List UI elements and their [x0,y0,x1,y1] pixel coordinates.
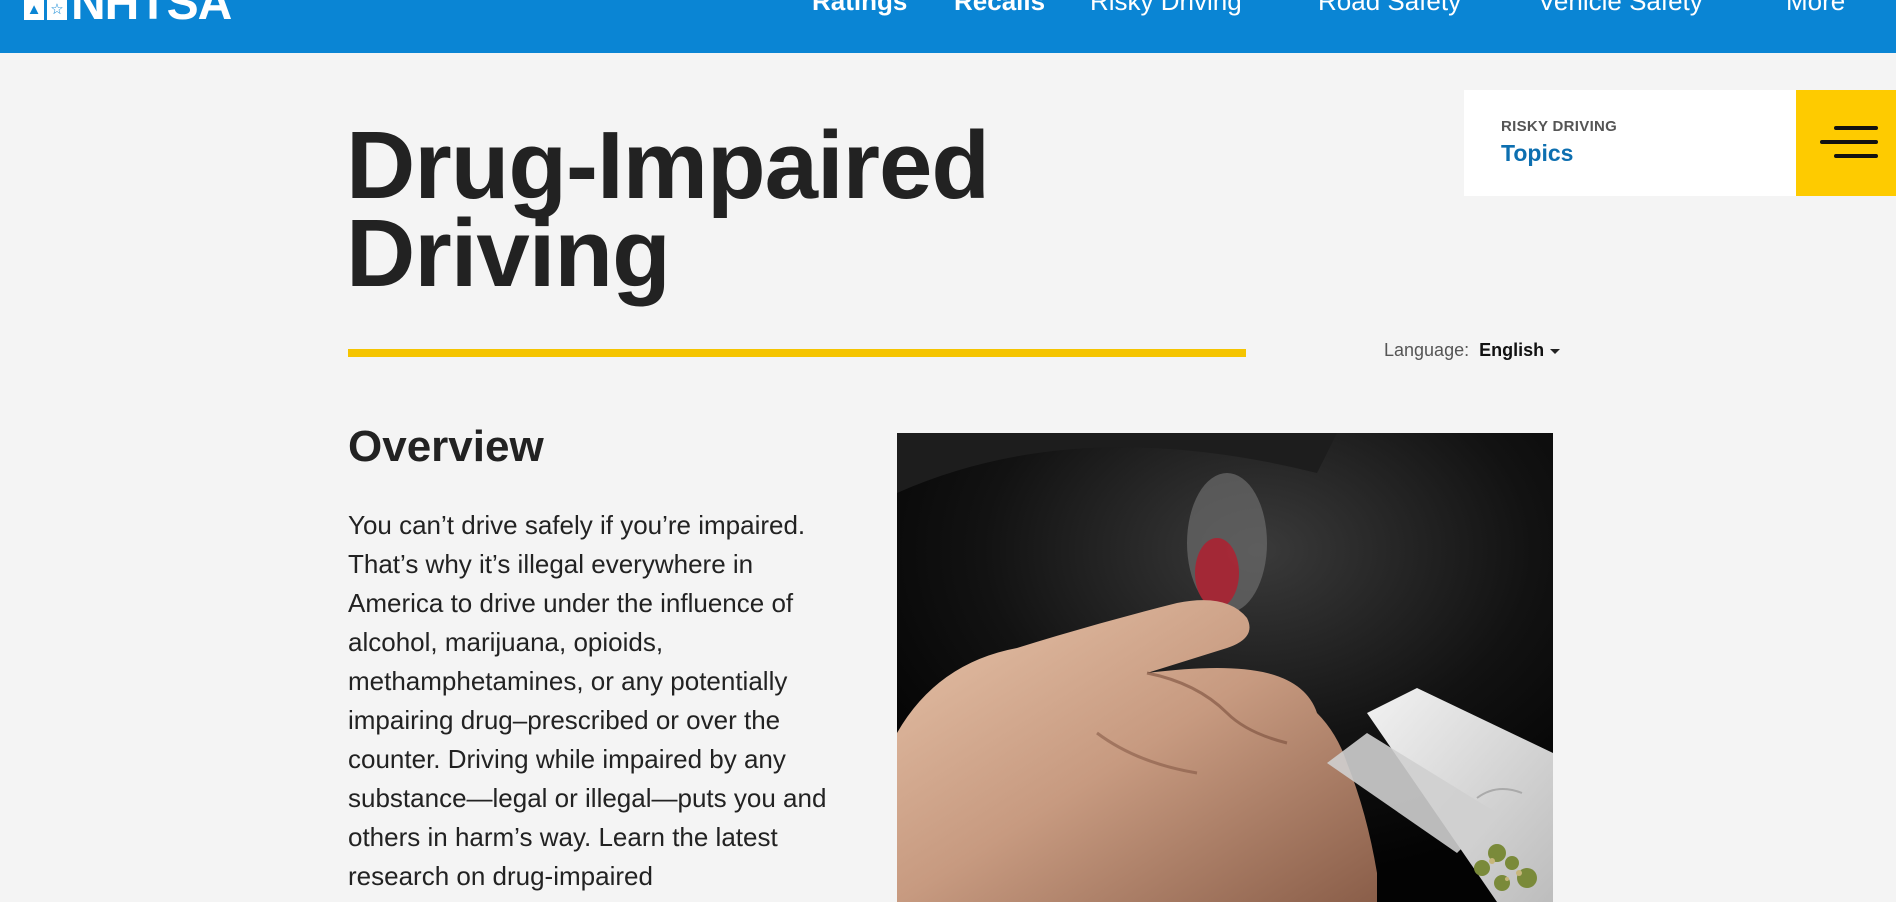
overview-heading: Overview [348,422,544,471]
language-label: Language: [1384,340,1470,360]
nav-vehicle-safety[interactable]: Vehicle Safety [1538,0,1703,16]
main-navigation: Ratings Recalls Risky Driving Road Safet… [0,0,1896,16]
topics-eyebrow: RISKY DRIVING [1501,118,1618,135]
language-dropdown[interactable]: English [1479,340,1561,361]
language-selector: Language: English [1384,340,1561,361]
title-divider [348,349,1246,357]
hand-rolling-joint-illustration [897,433,1553,902]
page-title: Drug-Impaired Driving [346,112,990,307]
nav-ratings[interactable]: Ratings [812,0,907,16]
nav-more[interactable]: More [1786,0,1845,16]
nav-recalls[interactable]: Recalls [954,0,1045,16]
topics-link[interactable]: Topics [1501,140,1573,167]
hamburger-menu-icon [1820,126,1878,160]
site-header: ▲ ☆ NHTSA Ratings Recalls Risky Driving … [0,0,1896,53]
chevron-down-icon [1550,349,1561,354]
overview-paragraph: You can’t drive safely if you’re impaire… [348,510,827,891]
topics-panel[interactable]: RISKY DRIVING Topics [1464,90,1796,196]
nav-risky-driving[interactable]: Risky Driving [1090,0,1242,16]
nav-road-safety[interactable]: Road Safety [1318,0,1461,16]
topics-menu-button[interactable] [1796,90,1896,196]
language-value: English [1479,340,1545,360]
hero-image [897,433,1553,902]
